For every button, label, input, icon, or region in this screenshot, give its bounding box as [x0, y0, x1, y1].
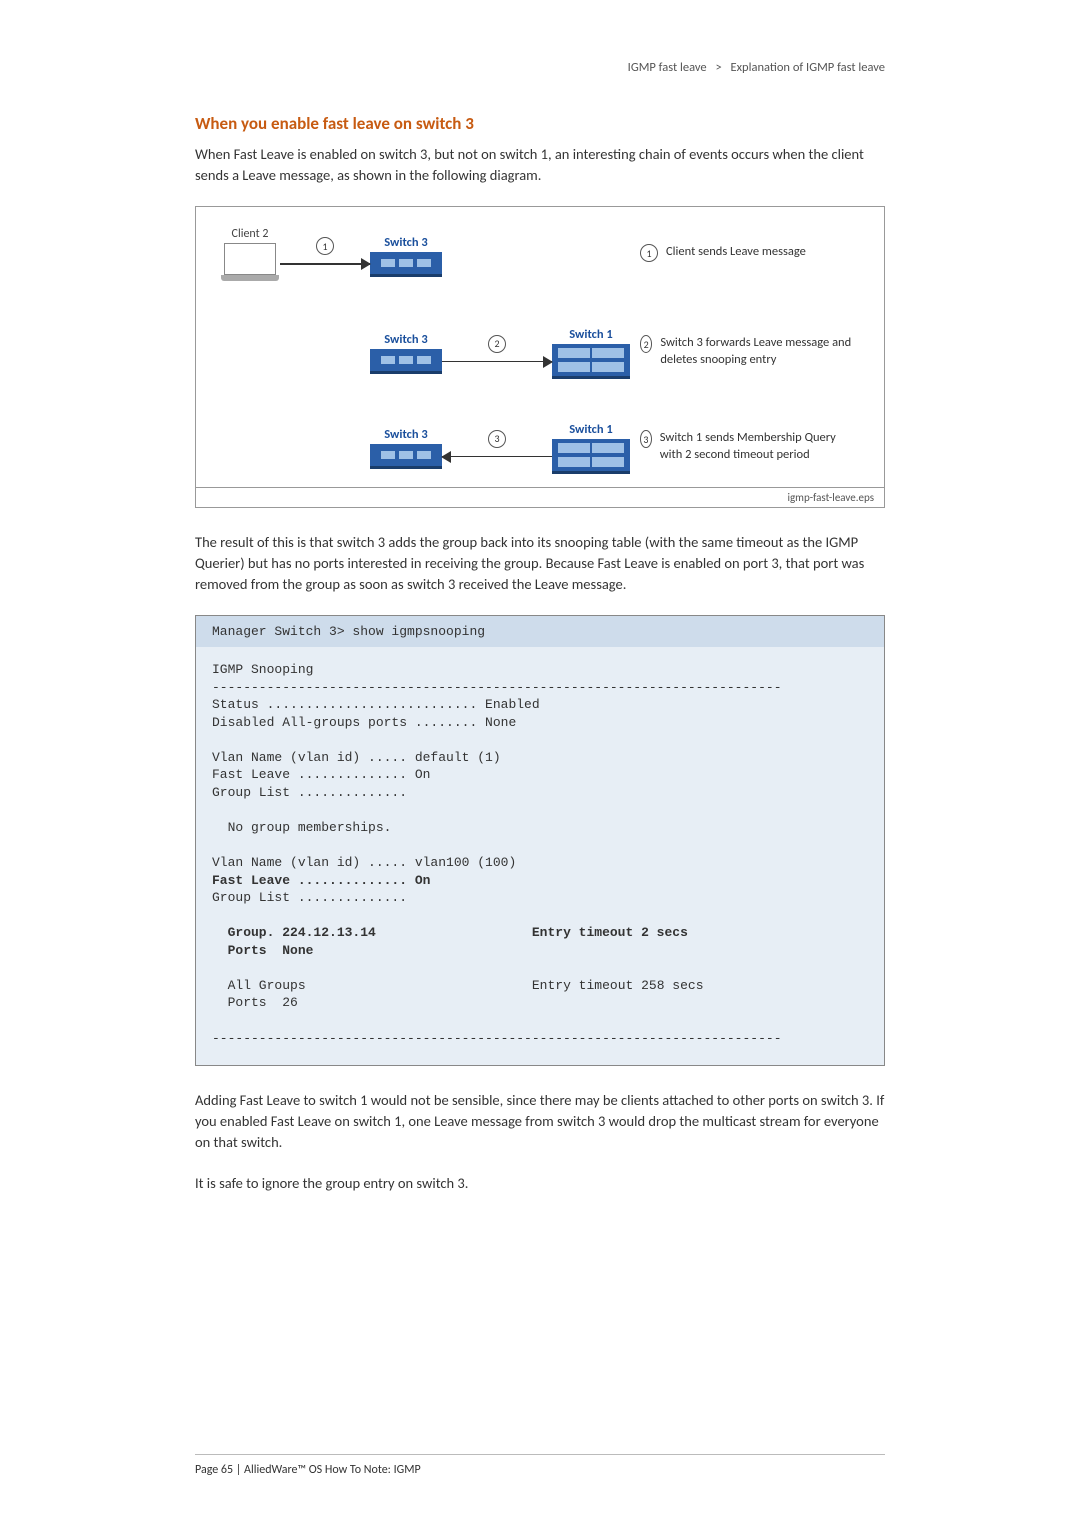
- switch3-label-b: Switch 3: [370, 332, 442, 347]
- code-command: Manager Switch 3> show igmpsnooping: [196, 616, 884, 647]
- arrow-2: 2: [442, 335, 552, 369]
- switch3-a: Switch 3: [370, 235, 442, 274]
- switch3-b: Switch 3: [370, 332, 442, 371]
- legend-2: 2 Switch 3 forwards Leave message and de…: [640, 335, 860, 368]
- diagram-row-1: Client 2 1 Switch 3 1 Client sends Leave…: [220, 227, 860, 281]
- switch3-label: Switch 3: [370, 235, 442, 250]
- after-paragraph-1: Adding Fast Leave to switch 1 would not …: [195, 1090, 885, 1153]
- arrow-1: 1: [280, 237, 370, 271]
- step-badge-1: 1: [316, 237, 334, 255]
- laptop-base-icon: [221, 275, 279, 281]
- diagram-filename: igmp-fast-leave.eps: [196, 487, 884, 507]
- switch1-a: Switch 1: [552, 327, 630, 376]
- switch-icon: [370, 252, 442, 274]
- step-badge-3b: 3: [640, 430, 652, 448]
- legend-1-text: Client sends Leave message: [666, 244, 806, 260]
- client-label: Client 2: [220, 227, 280, 241]
- intro-paragraph: When Fast Leave is enabled on switch 3, …: [195, 144, 885, 186]
- switch1-label: Switch 1: [552, 327, 630, 342]
- breadcrumb: IGMP fast leave > Explanation of IGMP fa…: [195, 60, 885, 75]
- section-heading: When you enable fast leave on switch 3: [195, 113, 885, 134]
- legend-3-text: Switch 1 sends Membership Query with 2 s…: [660, 430, 860, 463]
- switch3-label-c: Switch 3: [370, 427, 442, 442]
- step-badge-1b: 1: [640, 244, 658, 262]
- step-badge-2: 2: [488, 335, 506, 353]
- breadcrumb-section: IGMP fast leave: [628, 60, 707, 75]
- code-body: IGMP Snooping --------------------------…: [196, 647, 884, 1065]
- step-badge-3: 3: [488, 430, 506, 448]
- laptop-screen-icon: [224, 243, 276, 275]
- arrow-right-icon: [280, 257, 370, 271]
- legend-3: 3 Switch 1 sends Membership Query with 2…: [640, 430, 860, 463]
- breadcrumb-sub: Explanation of IGMP fast leave: [731, 60, 886, 75]
- diagram-row-3: Switch 3 3 Switch 1 3 Switch 1 sends Mem…: [220, 422, 860, 471]
- arrow-left-icon: [442, 450, 552, 464]
- middle-paragraph: The result of this is that switch 3 adds…: [195, 532, 885, 595]
- code-output: Manager Switch 3> show igmpsnooping IGMP…: [195, 615, 885, 1066]
- switch3-c: Switch 3: [370, 427, 442, 466]
- switch-large-icon: [552, 439, 630, 471]
- client-icon: Client 2: [220, 227, 280, 281]
- legend-2-text: Switch 3 forwards Leave message and dele…: [660, 335, 860, 368]
- arrow-3: 3: [442, 430, 552, 464]
- switch-large-icon: [552, 344, 630, 376]
- chevron-right-icon: >: [715, 60, 721, 75]
- fast-leave-diagram: Client 2 1 Switch 3 1 Client sends Leave…: [195, 206, 885, 508]
- diagram-row-2: Switch 3 2 Switch 1 2 Switch 3 forwards …: [220, 327, 860, 376]
- arrow-right-icon: [442, 355, 552, 369]
- switch1-b: Switch 1: [552, 422, 630, 471]
- page-footer: Page 65 | AlliedWare™ OS How To Note: IG…: [195, 1454, 885, 1477]
- switch1-label-b: Switch 1: [552, 422, 630, 437]
- after-paragraph-2: It is safe to ignore the group entry on …: [195, 1173, 885, 1194]
- switch-icon: [370, 444, 442, 466]
- legend-1: 1 Client sends Leave message: [640, 244, 860, 264]
- switch-icon: [370, 349, 442, 371]
- step-badge-2b: 2: [640, 335, 652, 353]
